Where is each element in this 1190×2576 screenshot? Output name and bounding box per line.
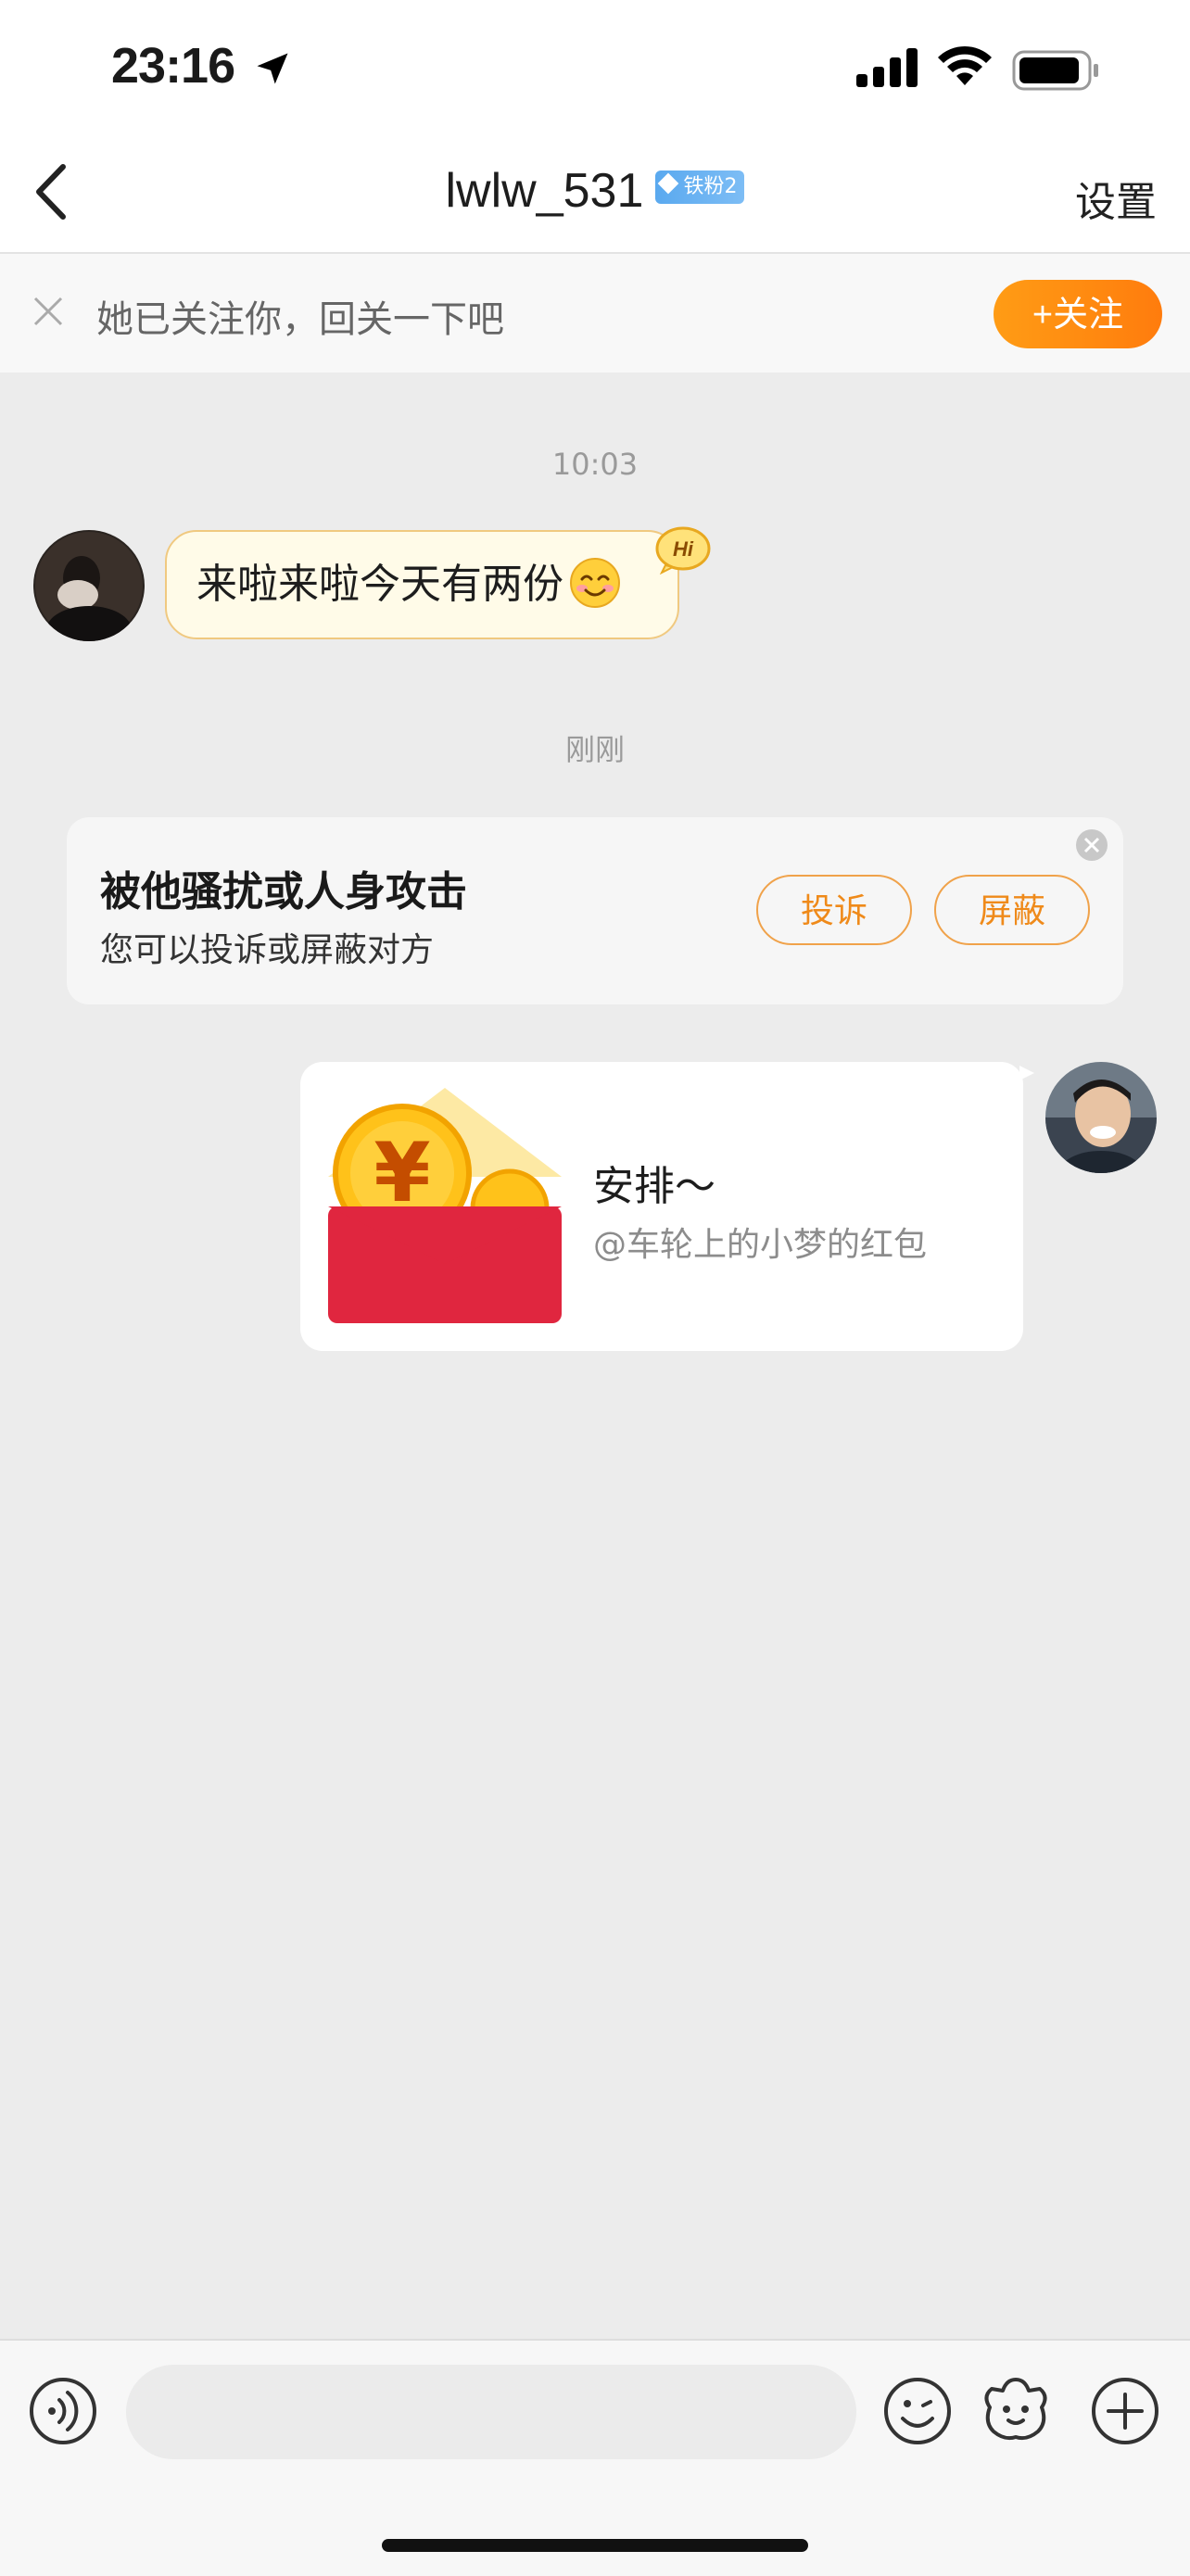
fan-badge: 铁粉2	[655, 170, 745, 204]
nav-title-group: lwlw_531 铁粉2	[0, 163, 1190, 219]
emoji-icon[interactable]	[882, 2376, 953, 2446]
contact-avatar-image	[33, 530, 145, 641]
my-avatar-image	[1045, 1062, 1157, 1173]
follow-prompt-text: 她已关注你，回关一下吧	[96, 298, 504, 341]
settings-button[interactable]: 设置	[1075, 169, 1157, 228]
red-packet-subtitle: @车轮上的小梦的红包	[593, 1226, 928, 1264]
plus-icon[interactable]	[1090, 2376, 1160, 2446]
bubble-tail	[1019, 1066, 1034, 1080]
svg-text:¥: ¥	[373, 1125, 430, 1220]
follow-prompt-bar: 她已关注你，回关一下吧 +关注	[0, 254, 1190, 373]
hi-badge-label: Hi	[673, 537, 694, 561]
incoming-message-bubble[interactable]: 来啦来啦今天有两份	[165, 530, 679, 639]
location-arrow-icon	[257, 53, 288, 84]
status-time: 23:16	[111, 38, 235, 94]
nav-bar: lwlw_531 铁粉2 设置	[0, 139, 1190, 254]
red-packet-title: 安排～	[593, 1163, 715, 1210]
red-packet-icon: ¥	[328, 1088, 562, 1323]
harass-subtitle: 您可以投诉或屏蔽对方	[100, 931, 435, 969]
block-button[interactable]: 屏蔽	[934, 875, 1090, 945]
message-text: 来啦来啦今天有两份	[196, 561, 563, 608]
follow-button[interactable]: +关注	[994, 280, 1162, 348]
smile-emoji-icon	[570, 558, 620, 608]
status-bar: 23:16	[0, 0, 1190, 139]
close-icon[interactable]	[32, 295, 65, 328]
close-icon[interactable]	[1075, 828, 1108, 862]
harass-title: 被他骚扰或人身攻击	[100, 868, 467, 915]
harassment-report-card: 被他骚扰或人身攻击 您可以投诉或屏蔽对方 投诉 屏蔽	[67, 817, 1123, 1004]
complain-button[interactable]: 投诉	[756, 875, 912, 945]
battery-icon	[1012, 50, 1098, 91]
sticker-icon[interactable]	[981, 2374, 1051, 2444]
voice-icon[interactable]	[28, 2376, 98, 2446]
input-bar	[0, 2339, 1190, 2576]
timestamp: 刚刚	[564, 732, 625, 767]
message-input[interactable]	[126, 2365, 856, 2459]
home-indicator	[382, 2539, 808, 2552]
contact-name[interactable]: lwlw_531	[446, 164, 644, 218]
signal-icon	[856, 48, 918, 87]
red-packet-message[interactable]: ¥ 安排～ @车轮上的小梦的红包	[300, 1062, 1023, 1351]
wifi-icon	[938, 45, 992, 85]
hi-badge-icon: Hi	[655, 526, 711, 575]
diamond-icon	[658, 172, 679, 195]
timestamp: 10:03	[551, 447, 639, 482]
my-avatar[interactable]	[1045, 1062, 1157, 1173]
contact-avatar[interactable]	[33, 530, 145, 641]
fan-badge-label: 铁粉2	[683, 175, 738, 198]
